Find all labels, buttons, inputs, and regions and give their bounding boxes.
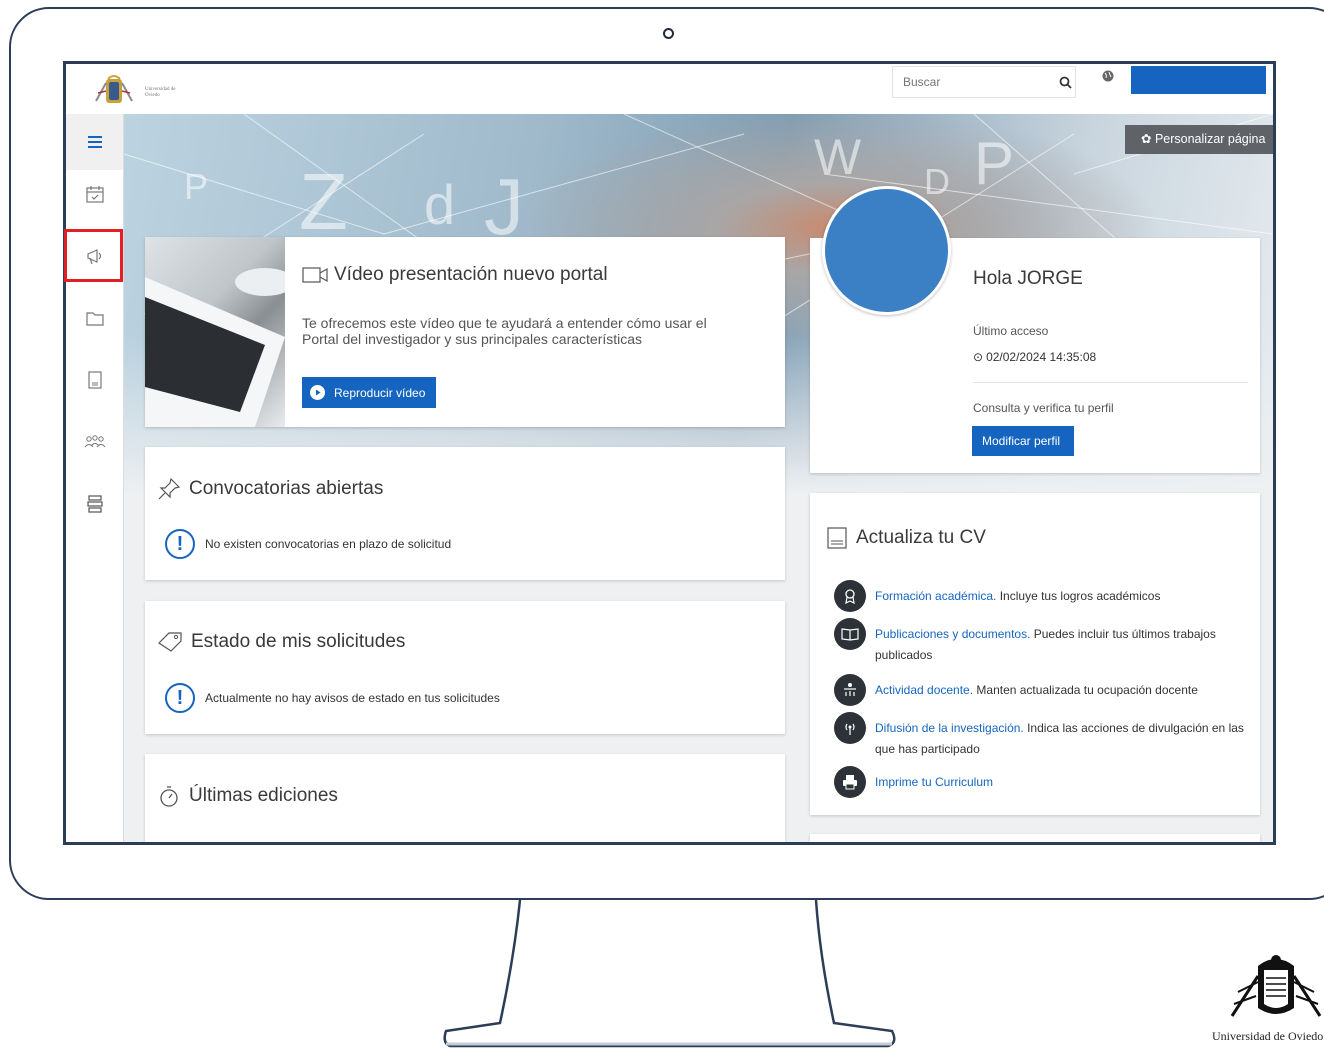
greeting: Hola JORGE <box>973 268 1083 289</box>
print-cv-link[interactable]: Imprime tu Curriculum <box>875 775 993 789</box>
video-title: Vídeo presentación nuevo portal <box>334 264 608 285</box>
user-menu[interactable] <box>1131 66 1266 94</box>
latest-editions-card: Últimas ediciones <box>145 754 785 842</box>
last-access-label: Último acceso <box>973 324 1049 338</box>
svg-text:Z: Z <box>299 157 348 246</box>
play-video-button[interactable]: Reproducir vídeo <box>302 377 436 408</box>
outreach-link[interactable]: Difusión de la investigación. <box>875 721 1024 735</box>
sidebar-item-groups[interactable] <box>66 414 123 470</box>
stopwatch-icon <box>160 786 178 807</box>
award-icon <box>834 580 866 612</box>
svg-text:P: P <box>974 130 1014 197</box>
exclamation-icon: ! <box>165 683 195 713</box>
avatar[interactable] <box>822 186 951 315</box>
sidebar-item-folder[interactable] <box>66 290 123 346</box>
highlight-box <box>64 229 123 282</box>
cv-document-icon <box>827 527 847 549</box>
update-cv-card: Actualiza tu CV Formación académica. Inc… <box>810 493 1260 815</box>
logo-text: Universidad de Oviedo <box>145 87 176 98</box>
search-box <box>892 66 1076 98</box>
globe-icon[interactable] <box>1102 70 1114 82</box>
svg-text:d: d <box>424 173 455 236</box>
teaching-icon <box>834 674 866 706</box>
video-camera-icon <box>302 267 328 283</box>
folder-icon <box>85 312 104 326</box>
sidebar-item-calendar[interactable] <box>66 166 123 222</box>
university-logo-icon[interactable] <box>94 71 134 107</box>
top-bar: Universidad de Oviedo <box>66 64 1273 115</box>
books-icon <box>86 495 103 513</box>
applications-status-message: Actualmente no hay avisos de estado en t… <box>205 691 500 705</box>
pin-icon <box>158 477 181 500</box>
university-crest-icon <box>1230 955 1322 1017</box>
search-input[interactable] <box>893 67 1063 97</box>
applications-status-card: Estado de mis solicitudes ! Actualmente … <box>145 601 785 734</box>
cv-item-outreach: Difusión de la investigación. Indica las… <box>834 712 1244 760</box>
edit-profile-button[interactable]: Modificar perfil <box>972 426 1074 456</box>
people-icon <box>84 435 105 448</box>
applications-status-title: Estado de mis solicitudes <box>191 631 406 652</box>
svg-text:P: P <box>184 166 208 207</box>
sidebar <box>66 114 124 842</box>
divider <box>973 382 1248 383</box>
latest-editions-title: Últimas ediciones <box>189 785 338 806</box>
monitor-camera <box>663 28 674 39</box>
last-access-value: 02/02/2024 14:35:08 <box>986 350 1097 364</box>
cv-document-icon <box>87 371 102 389</box>
university-name: Universidad de Oviedo <box>1212 1029 1324 1043</box>
verify-profile-text: Consulta y verifica tu perfil <box>973 401 1114 415</box>
book-icon <box>834 618 866 650</box>
main-content: P Z d J W D P ✿ Personalizar página Víde… <box>124 114 1273 842</box>
sidebar-item-books[interactable] <box>66 476 123 532</box>
video-card: Vídeo presentación nuevo portal Te ofrec… <box>145 237 785 427</box>
play-icon <box>310 385 325 400</box>
hamburger-icon <box>87 136 102 148</box>
sidebar-item-cv[interactable] <box>66 352 123 408</box>
svg-text:D: D <box>924 161 950 202</box>
screen: Universidad de Oviedo Buscar P Z d J W D… <box>63 61 1276 845</box>
search-icon[interactable] <box>1059 76 1072 89</box>
sidebar-item-menu[interactable] <box>66 114 123 170</box>
open-calls-card: Convocatorias abiertas ! No existen conv… <box>145 447 785 580</box>
teaching-link[interactable]: Actividad docente. <box>875 683 973 697</box>
video-description: Te ofrecemos este vídeo que te ayudará a… <box>302 315 707 347</box>
clock-icon: ⊙ <box>973 350 984 364</box>
svg-text:W: W <box>814 129 862 185</box>
cv-item-print: Imprime tu Curriculum <box>834 766 1244 798</box>
printer-icon <box>834 766 866 798</box>
broadcast-icon <box>834 712 866 744</box>
cv-item-academic: Formación académica. Incluye tus logros … <box>834 580 1244 612</box>
publications-link[interactable]: Publicaciones y documentos. <box>875 627 1030 641</box>
personalize-page-button[interactable]: ✿ Personalizar página <box>1125 125 1273 154</box>
monitor-stand <box>443 899 896 1048</box>
update-cv-title: Actualiza tu CV <box>856 527 986 548</box>
tablet-image <box>145 237 295 427</box>
academic-link[interactable]: Formación académica. <box>875 589 996 603</box>
open-calls-title: Convocatorias abiertas <box>189 478 384 499</box>
exclamation-icon: ! <box>165 529 195 559</box>
cv-item-publications: Publicaciones y documentos. Puedes inclu… <box>834 618 1244 666</box>
open-calls-message: No existen convocatorias en plazo de sol… <box>205 537 452 551</box>
cv-item-teaching: Actividad docente. Manten actualizada tu… <box>834 674 1244 706</box>
tag-icon <box>158 632 182 652</box>
calendar-check-icon <box>85 186 104 203</box>
gear-icon: ✿ <box>1141 132 1155 146</box>
next-card <box>810 834 1260 842</box>
